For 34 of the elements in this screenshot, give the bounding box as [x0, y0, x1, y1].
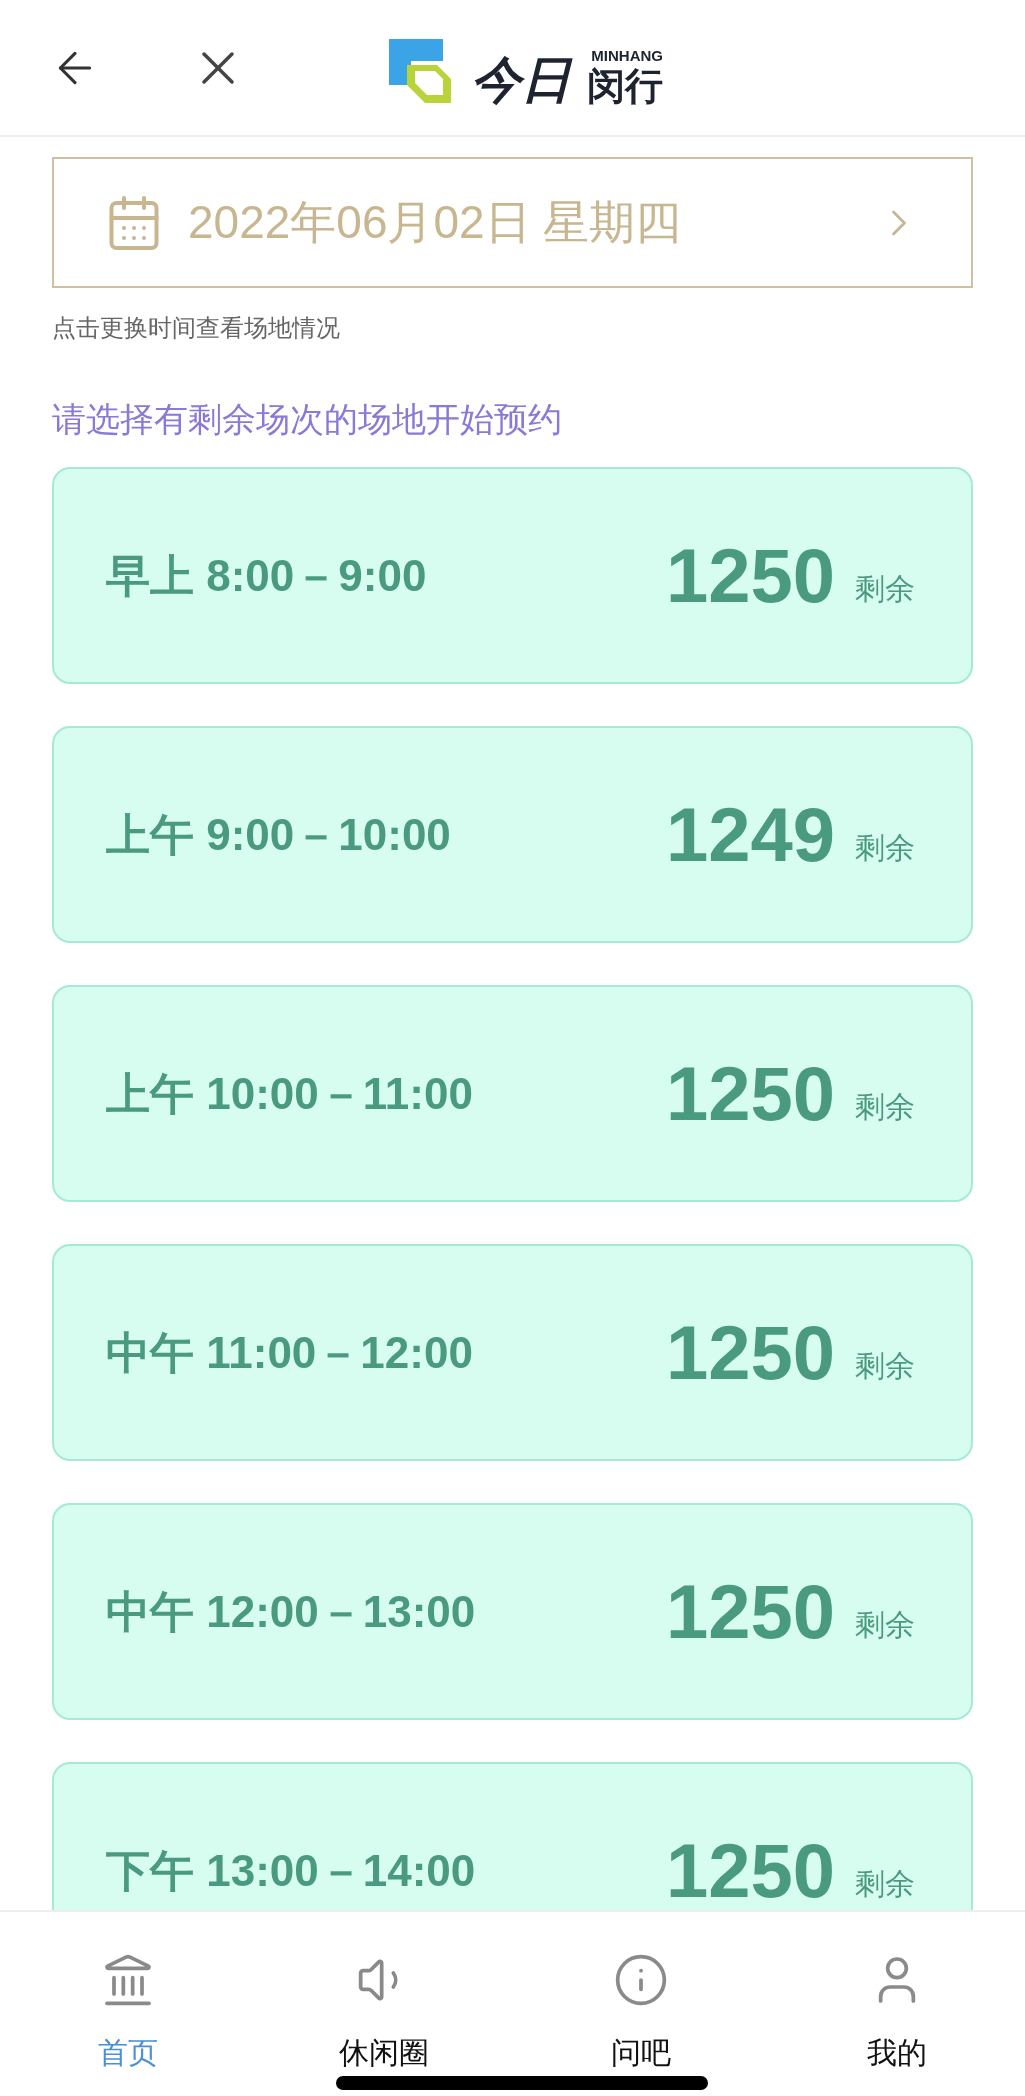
logo-name: 闵行 — [587, 67, 663, 105]
slot-time: 中午 12:00－13:00 — [106, 1585, 477, 1638]
time-slot-card[interactable]: 上午 10:00－11:00 1250 剩余 — [52, 985, 973, 1202]
date-picker[interactable]: 2022年06月02日 星期四 — [52, 157, 973, 288]
remaining-label: 剩余 — [855, 1348, 915, 1384]
time-slot-card[interactable]: 中午 11:00－12:00 1250 剩余 — [52, 1244, 973, 1461]
tab-bar-item[interactable]: 首页 — [0, 1912, 257, 2096]
tab-bar-item[interactable]: 我的 — [768, 1912, 1025, 2096]
remaining-label: 剩余 — [855, 1089, 915, 1125]
time-slot-card[interactable]: 下午 13:00－14:00 1250 剩余 — [52, 1762, 973, 1910]
hint-text: 点击更换时间查看场地情况 — [52, 313, 341, 343]
time-slot-card[interactable]: 早上 8:00－9:00 1250 剩余 — [52, 467, 973, 684]
logo-latin: MINHANG — [591, 48, 663, 63]
remaining-label: 剩余 — [855, 830, 915, 866]
remaining-count: 1250 — [665, 537, 835, 614]
slot-time: 上午 9:00－10:00 — [106, 808, 452, 861]
time-slot-card[interactable]: 上午 9:00－10:00 1249 剩余 — [52, 726, 973, 943]
slot-time: 中午 11:00－12:00 — [106, 1326, 474, 1379]
remaining-count: 1250 — [665, 1314, 835, 1391]
remaining-count: 1250 — [665, 1573, 835, 1650]
remaining-label: 剩余 — [855, 1607, 915, 1643]
slot-time: 早上 8:00－9:00 — [106, 549, 428, 602]
tab-bar-item[interactable]: 问吧 — [512, 1912, 769, 2096]
remaining-label: 剩余 — [855, 1866, 915, 1902]
section-heading: 请选择有剩余场次的场地开始预约 — [52, 399, 563, 440]
remaining-count: 1250 — [665, 1055, 835, 1132]
time-slot-card[interactable]: 中午 12:00－13:00 1250 剩余 — [52, 1503, 973, 1720]
tab-bar-item[interactable]: 休闲圈 — [256, 1912, 513, 2096]
slot-time: 下午 13:00－14:00 — [106, 1844, 477, 1897]
remaining-label: 剩余 — [855, 571, 915, 607]
remaining-count: 1249 — [665, 796, 835, 873]
remaining-count: 1250 — [665, 1832, 835, 1909]
slot-time: 上午 10:00－11:00 — [106, 1067, 474, 1120]
logo-brand: 今日 — [471, 55, 571, 105]
